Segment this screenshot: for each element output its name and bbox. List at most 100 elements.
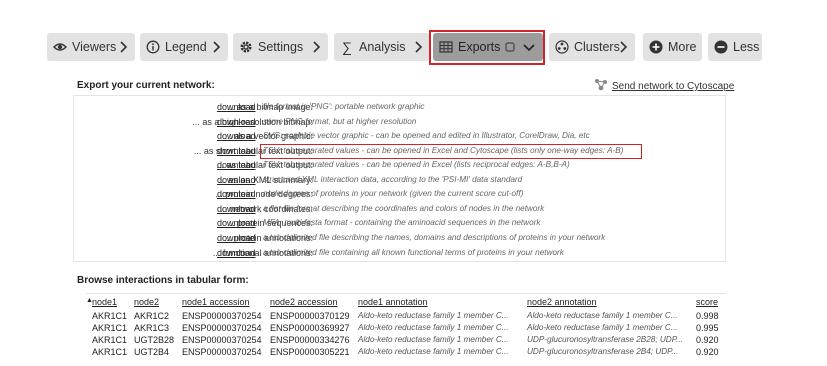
- table-cell: AKR1C3: [134, 323, 170, 333]
- table-row[interactable]: AKR1C1 UGT2B4 ENSP00000370254 ENSP000003052…: [86, 347, 726, 359]
- download-link[interactable]: download: [217, 131, 256, 141]
- download-link[interactable]: download: [217, 204, 256, 214]
- plus-icon: [649, 40, 663, 54]
- table-cell: AKR1C2: [134, 311, 170, 321]
- legend-label: Legend: [165, 40, 207, 54]
- gear-icon: [239, 40, 253, 54]
- column-header[interactable]: node2: [134, 297, 159, 307]
- export-row-description: a flat-file format describing the coordi…: [263, 203, 545, 213]
- download-link[interactable]: download: [217, 102, 256, 112]
- table-cell: Aldo-keto reductase family 1 member C...: [358, 347, 509, 356]
- clusters-label: Clusters: [574, 40, 620, 54]
- table-cell: ENSP00000334276: [270, 335, 350, 345]
- column-header[interactable]: node2 accession: [270, 297, 338, 307]
- export-row-description: structured XML interaction data, accordi…: [263, 174, 523, 184]
- download-link[interactable]: download: [217, 160, 256, 170]
- table-cell: Aldo-keto reductase family 1 member C...: [358, 323, 509, 332]
- table-row[interactable]: AKR1C1 UGT2B28 ENSP00000370254 ENSP00000334…: [86, 335, 726, 347]
- info-icon: [146, 40, 160, 54]
- clusters-icon: [555, 40, 569, 54]
- table-cell: Aldo-keto reductase family 1 member C...: [527, 311, 678, 320]
- table-cell: 0.920: [696, 335, 719, 345]
- export-row-description: node degree of proteins in your network …: [263, 189, 524, 199]
- viewers-button[interactable]: Viewers: [47, 33, 135, 61]
- table-cell: UGT2B4: [134, 347, 170, 357]
- download-link[interactable]: download: [217, 218, 256, 228]
- export-section-title: Export your current network:: [77, 80, 215, 91]
- export-row-description: a tab-delimited file describing the name…: [263, 232, 606, 242]
- viewers-label: Viewers: [72, 40, 117, 54]
- export-row: ... as a vector graphic: download SVG: sca…: [73, 131, 733, 145]
- less-button[interactable]: Less: [708, 33, 762, 61]
- clusters-button[interactable]: Clusters: [549, 33, 635, 61]
- send-to-cytoscape-link[interactable]: Send network to Cytoscape: [594, 78, 734, 95]
- chevron-right-icon: [616, 40, 630, 54]
- chevron-right-icon: [411, 40, 425, 54]
- table-cell: ENSP00000305221: [270, 347, 350, 357]
- send-link-label: Send network to Cytoscape: [612, 81, 735, 92]
- export-row-description: MFA: multi-fasta format - containing the…: [263, 218, 541, 228]
- table-cell: ENSP00000370254: [182, 311, 262, 321]
- table-cell: AKR1C1: [92, 347, 128, 357]
- export-row-description: SVG: scalable vector graphic - can be op…: [263, 131, 590, 141]
- export-row: ... as an XML summary: download structured…: [73, 175, 733, 189]
- chevron-right-icon: [209, 40, 223, 54]
- table-cell: 0.995: [696, 323, 719, 333]
- download-link[interactable]: download: [217, 248, 256, 258]
- table-cell: AKR1C1: [92, 323, 128, 333]
- column-header[interactable]: score: [696, 297, 718, 307]
- export-row: ... protein annotations: download a tab-de…: [73, 233, 733, 247]
- export-row: ... as a high-resolution bitmap: download…: [73, 117, 733, 131]
- analysis-label: Analysis: [359, 40, 406, 54]
- table-cell: Aldo-keto reductase family 1 member C...: [527, 323, 678, 332]
- download-link[interactable]: download: [217, 233, 256, 243]
- chevron-right-icon: [309, 40, 323, 54]
- column-header[interactable]: node2 annotation: [527, 297, 597, 307]
- eye-icon: [53, 40, 67, 54]
- exports-highlight-box: [429, 30, 545, 65]
- legend-button[interactable]: Legend: [140, 33, 228, 61]
- interactions-table: ▲ node1 node2 node1 accession node2 accessio…: [86, 293, 726, 366]
- export-row-description: file format is 'PNG': portable network g…: [263, 102, 425, 111]
- cytoscape-icon: [594, 78, 608, 95]
- table-cell: UDP-glucuronosyltransferase 2B28; UDP...: [527, 335, 683, 344]
- export-row: ... protein sequences: download MFA: multi…: [73, 218, 733, 232]
- table-cell: ENSP00000370129: [270, 311, 350, 321]
- column-header[interactable]: node1 annotation: [358, 297, 428, 307]
- export-row-description: TSV: tab separated values - can be opene…: [263, 160, 570, 170]
- export-row: ... functional annotations: download a tab…: [73, 248, 733, 262]
- toolbar: Viewers Legend Settings ∑ Analysis Expor…: [47, 33, 767, 61]
- download-link[interactable]: download: [217, 117, 256, 127]
- chevron-right-icon: [116, 40, 130, 54]
- table-cell: ENSP00000370254: [182, 323, 262, 333]
- table-cell: UDP-glucuronosyltransferase 2B4; UDP...: [527, 347, 679, 356]
- settings-button[interactable]: Settings: [233, 33, 328, 61]
- analysis-button[interactable]: ∑ Analysis: [334, 33, 430, 61]
- table-cell: ENSP00000370254: [182, 335, 262, 345]
- download-link[interactable]: download: [217, 146, 256, 156]
- table-cell: AKR1C1: [92, 311, 128, 321]
- column-header[interactable]: node1 accession: [182, 297, 250, 307]
- export-row-description: same PNG format, but at higher resolutio…: [263, 116, 417, 126]
- table-section-title: Browse interactions in tabular form:: [77, 275, 249, 286]
- table-cell: ENSP00000369927: [270, 323, 350, 333]
- export-row: ... protein node degrees: download node de…: [73, 189, 733, 203]
- export-row: ... as a bitmap image: download file forma…: [73, 102, 733, 116]
- table-row[interactable]: AKR1C1 AKR1C3 ENSP00000370254 ENSP000003699…: [86, 323, 726, 335]
- minus-icon: [714, 40, 728, 54]
- short-tsv-highlight-box: [260, 144, 642, 159]
- export-row: ... as tabular text output: download TSV: …: [73, 160, 733, 174]
- table-header-row: ▲ node1 node2 node1 accession node2 accessio…: [86, 297, 726, 309]
- column-header[interactable]: node1: [92, 297, 117, 307]
- download-link[interactable]: download: [217, 175, 256, 185]
- download-link[interactable]: download: [217, 189, 256, 199]
- sigma-icon: ∑: [342, 39, 352, 55]
- less-label: Less: [733, 40, 760, 54]
- table-cell: Aldo-keto reductase family 1 member C...: [358, 311, 509, 320]
- more-button[interactable]: More: [643, 33, 702, 61]
- table-cell: AKR1C1: [92, 335, 128, 345]
- more-label: More: [668, 40, 697, 54]
- export-row-description: a tab-delimited file containing all know…: [263, 247, 564, 257]
- table-row[interactable]: AKR1C1 AKR1C2 ENSP00000370254 ENSP000003701…: [86, 311, 726, 323]
- table-cell: UGT2B28: [134, 335, 175, 345]
